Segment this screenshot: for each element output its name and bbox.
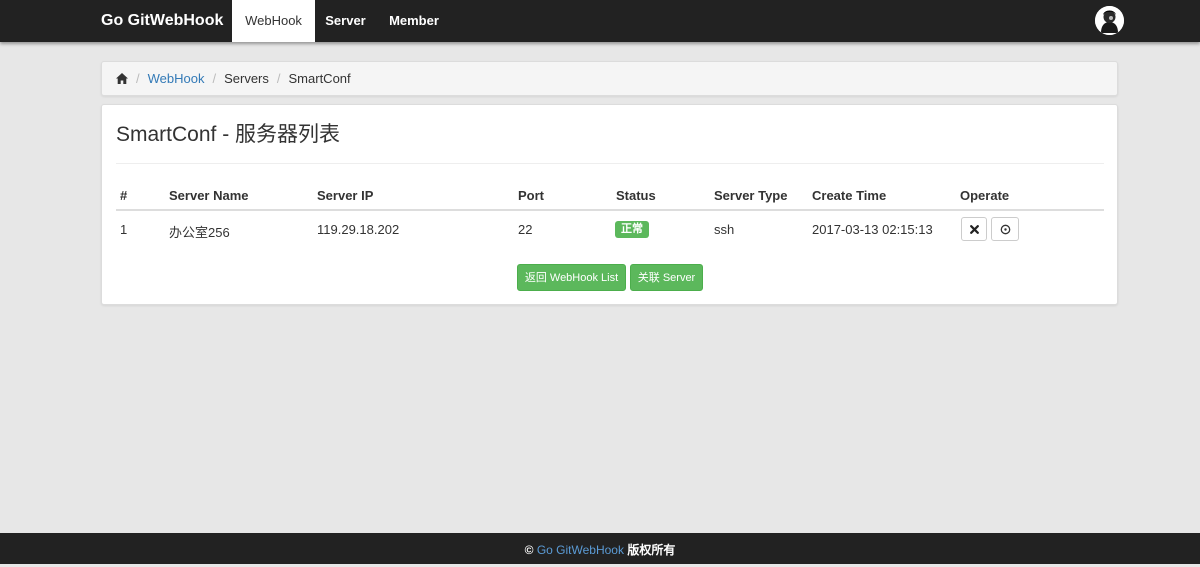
breadcrumb-servers: Servers xyxy=(224,71,269,86)
footer-suffix: 版权所有 xyxy=(627,543,676,557)
breadcrumb-separator: / xyxy=(212,71,217,86)
status-badge: 正常 xyxy=(615,221,649,238)
nav-item-member[interactable]: Member xyxy=(382,0,446,42)
column-header-operate: Operate xyxy=(960,188,1010,203)
column-header-create-time: Create Time xyxy=(812,188,887,203)
nav-item-server[interactable]: Server xyxy=(318,0,373,42)
breadcrumb-separator: / xyxy=(136,71,140,86)
cell-index: 1 xyxy=(120,222,128,237)
breadcrumb: / WebHook / Servers / SmartConf xyxy=(101,61,1118,96)
copyright-symbol: © xyxy=(524,543,534,557)
breadcrumb-webhook[interactable]: WebHook xyxy=(148,62,205,95)
link-server-button[interactable]: 关联 Server xyxy=(630,264,703,291)
top-navbar: Go GitWebHook WebHook Server Member xyxy=(0,0,1200,42)
brand-link[interactable]: Go GitWebHook xyxy=(101,0,223,42)
user-avatar[interactable] xyxy=(1095,6,1124,35)
column-header-server-name: Server Name xyxy=(169,188,249,203)
page-title: SmartConf - 服务器列表 xyxy=(116,123,341,146)
breadcrumb-current: SmartConf xyxy=(288,71,351,86)
back-to-webhook-list-button[interactable]: 返回 WebHook List xyxy=(517,264,626,291)
column-header-server-ip: Server IP xyxy=(317,188,374,203)
server-list-panel: SmartConf - 服务器列表 # Server Name Server I… xyxy=(101,104,1118,305)
table-header-divider xyxy=(116,209,1104,211)
cell-port: 22 xyxy=(518,222,533,237)
nav-item-webhook[interactable]: WebHook xyxy=(232,0,315,42)
footer: © Go GitWebHook 版权所有 xyxy=(0,533,1200,564)
home-icon[interactable] xyxy=(116,73,128,84)
cell-server-type: ssh xyxy=(714,222,735,237)
column-header-status: Status xyxy=(616,188,656,203)
circle-icon xyxy=(1000,224,1010,234)
column-header-index: # xyxy=(120,188,128,203)
cell-server-ip: 119.29.18.202 xyxy=(317,222,400,237)
column-header-server-type: Server Type xyxy=(714,188,788,203)
server-status-button[interactable] xyxy=(991,217,1019,241)
footer-link[interactable]: Go GitWebHook xyxy=(537,543,624,557)
title-divider xyxy=(116,163,1104,164)
column-header-port: Port xyxy=(518,188,544,203)
cell-server-name: 办公室256 xyxy=(169,225,230,240)
close-icon xyxy=(969,224,979,234)
remove-server-button[interactable] xyxy=(961,217,987,241)
cell-create-time: 2017-03-13 02:15:13 xyxy=(812,222,933,237)
user-avatar-icon xyxy=(1095,6,1124,35)
breadcrumb-separator: / xyxy=(276,71,281,86)
